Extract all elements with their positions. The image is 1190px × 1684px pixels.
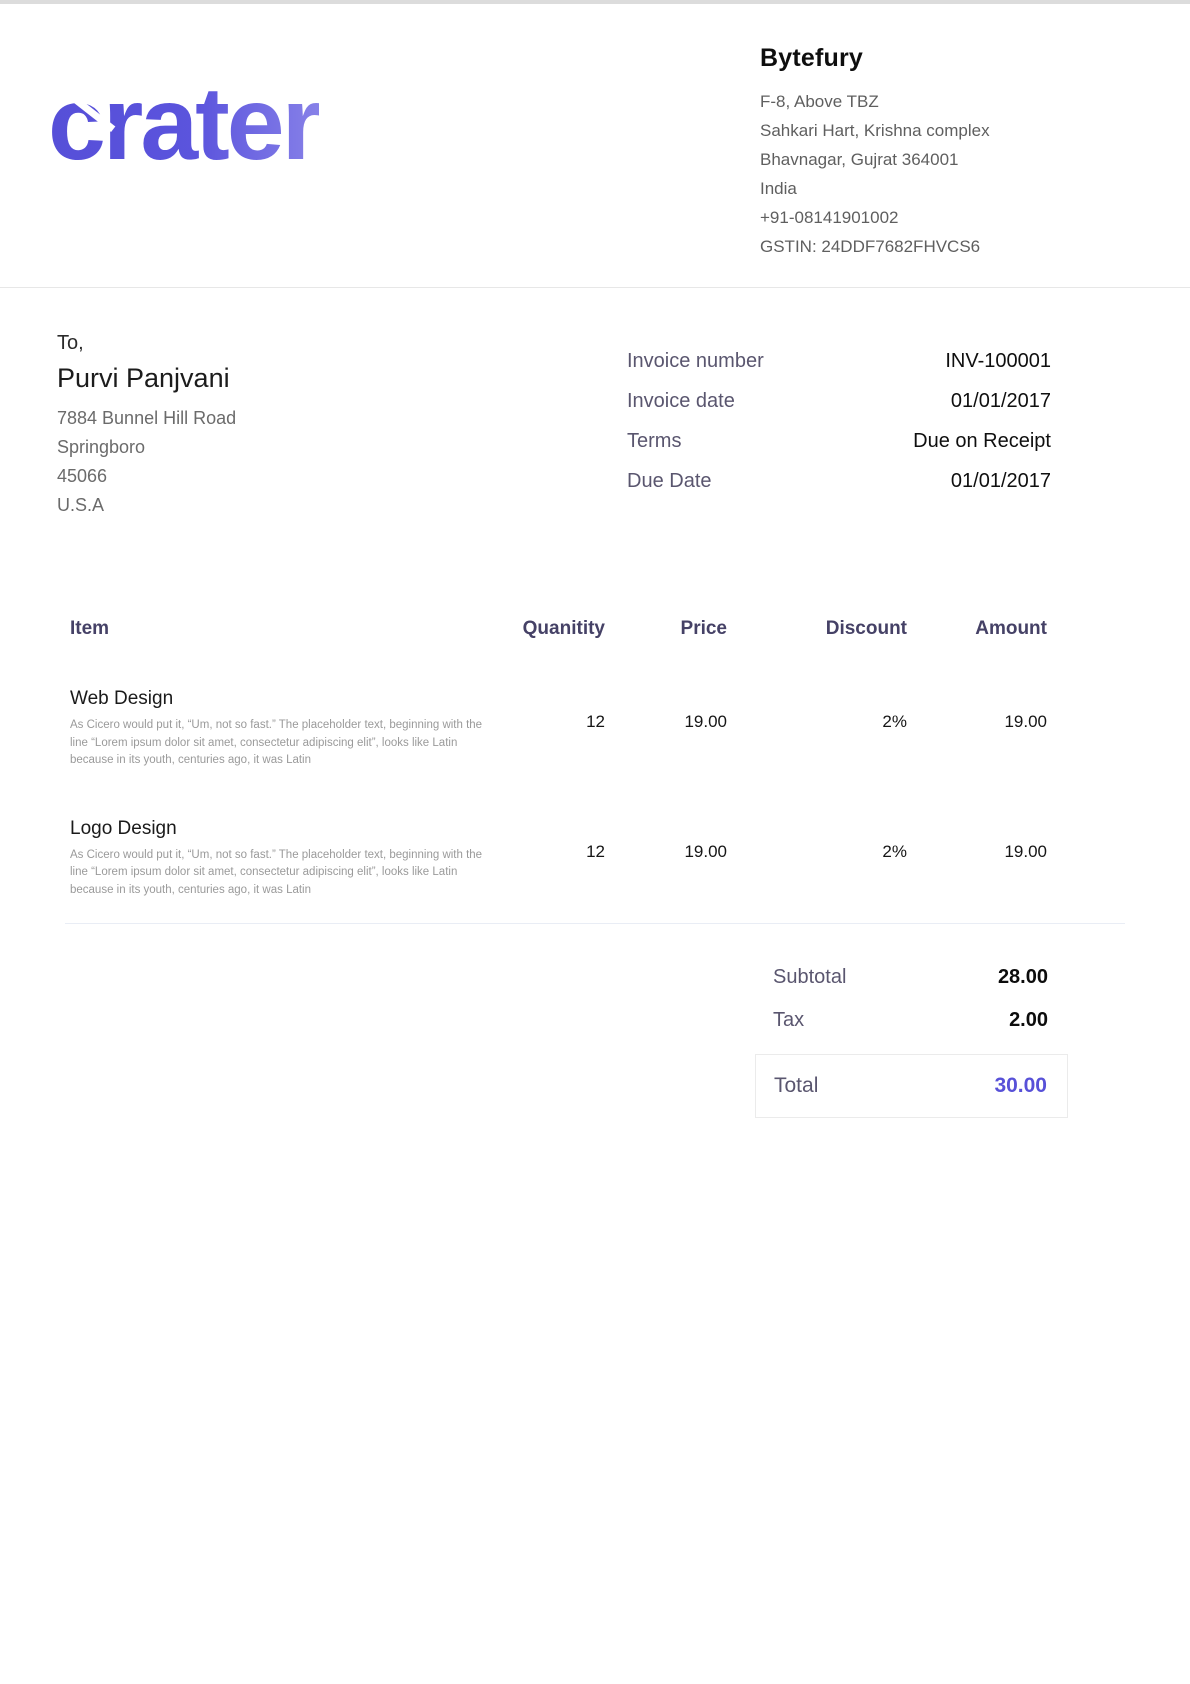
company-address-line: Sahkari Hart, Krishna complex (760, 116, 1060, 145)
customer-address-line: 45066 (57, 462, 236, 491)
subtotal-label: Subtotal (773, 966, 846, 989)
customer-address: 7884 Bunnel Hill Road Springboro 45066 U… (57, 404, 236, 520)
item-name: Logo Design (70, 818, 490, 840)
column-header-amount: Amount (907, 618, 1047, 640)
terms-label: Terms (627, 430, 681, 453)
company-address: F-8, Above TBZ Sahkari Hart, Krishna com… (760, 87, 1060, 261)
item-price: 19.00 (605, 688, 727, 732)
column-header-price: Price (605, 618, 727, 640)
item-description: As Cicero would put it, “Um, not so fast… (70, 847, 490, 900)
bill-to-label: To, (57, 332, 236, 355)
due-date-row: Due Date 01/01/2017 (627, 470, 1051, 493)
due-date-label: Due Date (627, 470, 712, 493)
bill-to-block: To, Purvi Panjvani 7884 Bunnel Hill Road… (57, 332, 236, 520)
invoice-number-row: Invoice number INV-100001 (627, 350, 1051, 373)
item-discount: 2% (727, 818, 907, 862)
due-date-value: 01/01/2017 (951, 470, 1051, 493)
item-quantity: 12 (490, 688, 605, 732)
item-description: As Cicero would put it, “Um, not so fast… (70, 717, 490, 770)
column-header-quantity: Quanitity (490, 618, 605, 640)
item-amount: 19.00 (907, 688, 1047, 732)
invoice-date-row: Invoice date 01/01/2017 (627, 390, 1051, 413)
tax-value: 2.00 (1009, 1009, 1048, 1032)
crater-logo: crater (48, 72, 319, 176)
items-divider (65, 923, 1125, 924)
column-header-discount: Discount (727, 618, 907, 640)
invoice-number-label: Invoice number (627, 350, 764, 373)
invoice-number-value: INV-100001 (945, 350, 1051, 373)
item-cell: Web Design As Cicero would put it, “Um, … (57, 688, 490, 770)
company-info: Bytefury F-8, Above TBZ Sahkari Hart, Kr… (760, 38, 1060, 261)
item-name: Web Design (70, 688, 490, 710)
parties-section: To, Purvi Panjvani 7884 Bunnel Hill Road… (0, 288, 1190, 520)
customer-address-line: 7884 Bunnel Hill Road (57, 404, 236, 433)
invoice-date-value: 01/01/2017 (951, 390, 1051, 413)
company-gstin: GSTIN: 24DDF7682FHVCS6 (760, 232, 1060, 261)
item-quantity: 12 (490, 818, 605, 862)
grand-total-box: Total 30.00 (755, 1054, 1068, 1118)
customer-name: Purvi Panjvani (57, 363, 236, 394)
tax-row: Tax 2.00 (755, 1009, 1068, 1032)
terms-row: Terms Due on Receipt (627, 430, 1051, 453)
company-address-line: India (760, 174, 1060, 203)
items-table: Item Quanitity Price Discount Amount Web… (0, 618, 1190, 924)
logo-slice-decoration (426, 118, 474, 158)
tax-label: Tax (773, 1009, 804, 1032)
invoice-meta-block: Invoice number INV-100001 Invoice date 0… (627, 332, 1051, 520)
subtotal-row: Subtotal 28.00 (755, 966, 1068, 989)
total-label: Total (774, 1074, 818, 1098)
company-phone: +91-08141901002 (760, 203, 1060, 232)
item-amount: 19.00 (907, 818, 1047, 862)
item-price: 19.00 (605, 818, 727, 862)
invoice-page: crater Bytefury F-8, Above TBZ Sahkari H… (0, 0, 1190, 1684)
item-cell: Logo Design As Cicero would put it, “Um,… (57, 818, 490, 900)
company-name: Bytefury (760, 44, 1060, 73)
invoice-header: crater Bytefury F-8, Above TBZ Sahkari H… (0, 4, 1190, 288)
invoice-date-label: Invoice date (627, 390, 735, 413)
customer-address-line: U.S.A (57, 491, 236, 520)
table-row: Logo Design As Cicero would put it, “Um,… (57, 818, 1125, 900)
terms-value: Due on Receipt (913, 430, 1051, 453)
column-header-item: Item (57, 618, 490, 640)
items-table-header: Item Quanitity Price Discount Amount (57, 618, 1125, 640)
totals-section: Subtotal 28.00 Tax 2.00 Total 30.00 (755, 966, 1068, 1118)
company-address-line: Bhavnagar, Gujrat 364001 (760, 145, 1060, 174)
table-row: Web Design As Cicero would put it, “Um, … (57, 688, 1125, 770)
crater-logo-wordmark: crater (48, 72, 319, 176)
total-value: 30.00 (994, 1074, 1047, 1098)
item-discount: 2% (727, 688, 907, 732)
customer-address-line: Springboro (57, 433, 236, 462)
company-address-line: F-8, Above TBZ (760, 87, 1060, 116)
subtotal-value: 28.00 (998, 966, 1048, 989)
